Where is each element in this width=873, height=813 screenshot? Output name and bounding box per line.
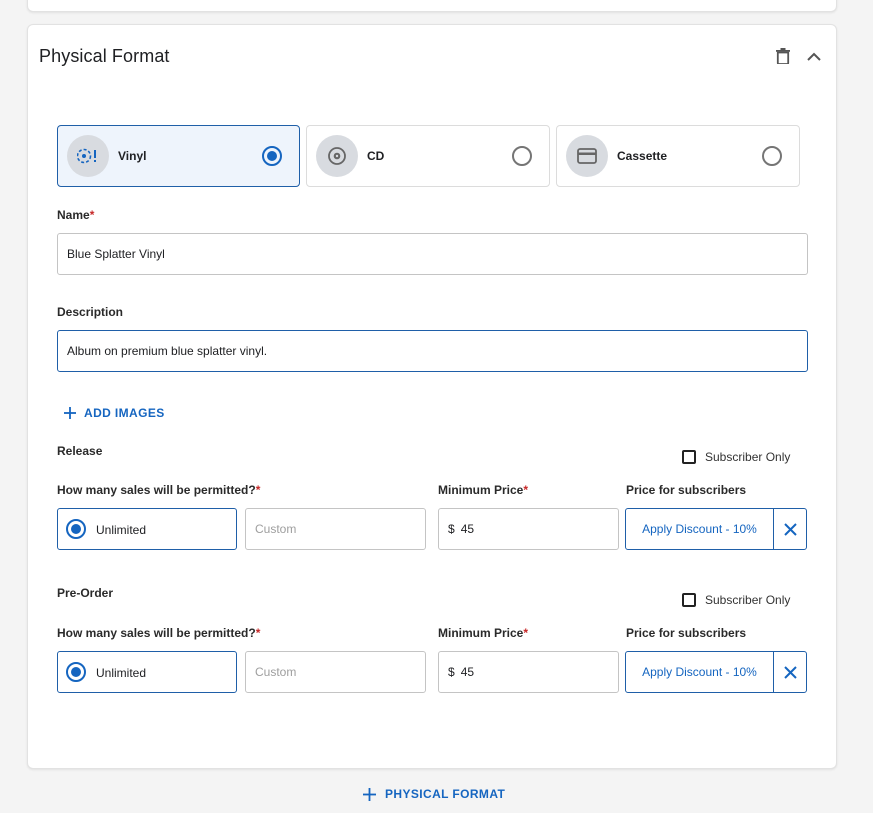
previous-card <box>27 0 837 12</box>
release-min-price-label: Minimum Price* <box>438 483 529 497</box>
preorder-min-price-label: Minimum Price* <box>438 626 529 640</box>
preorder-apply-discount-button[interactable]: Apply Discount - 10% <box>626 652 774 692</box>
description-input[interactable]: Album on premium blue splatter vinyl. <box>57 330 808 372</box>
description-label: Description <box>57 305 124 319</box>
format-label-cassette: Cassette <box>617 149 668 163</box>
chevron-up-icon[interactable] <box>803 45 825 67</box>
delete-icon[interactable] <box>772 45 794 67</box>
checkbox-box[interactable] <box>682 593 696 607</box>
close-icon <box>783 522 797 536</box>
card-title: Physical Format <box>39 46 170 66</box>
preorder-discount-control: Apply Discount - 10% <box>625 651 807 693</box>
format-radio-cd[interactable] <box>512 146 532 166</box>
cassette-icon <box>566 135 608 177</box>
unlimited-radio[interactable] <box>66 519 86 539</box>
release-discount-control: Apply Discount - 10% <box>625 508 807 550</box>
preorder-subscriber-only-checkbox[interactable]: Subscriber Only <box>682 593 790 607</box>
release-heading: Release <box>57 444 103 458</box>
currency-symbol: $ <box>448 522 455 536</box>
format-radio-vinyl[interactable] <box>262 146 282 166</box>
close-icon <box>783 665 797 679</box>
plus-icon <box>363 787 376 801</box>
cd-icon <box>316 135 358 177</box>
preorder-heading: Pre-Order <box>57 586 114 600</box>
vinyl-icon <box>67 135 109 177</box>
plus-icon <box>64 407 76 419</box>
format-option-vinyl[interactable]: Vinyl <box>57 125 300 187</box>
preorder-remove-discount-button[interactable] <box>774 652 806 692</box>
preorder-unlimited-option[interactable]: Unlimited <box>57 651 237 693</box>
currency-symbol: $ <box>448 665 455 679</box>
name-input[interactable]: Blue Splatter Vinyl <box>57 233 808 275</box>
name-label: Name* <box>57 208 95 222</box>
preorder-subscriber-price-label: Price for subscribers <box>626 626 747 640</box>
release-apply-discount-button[interactable]: Apply Discount - 10% <box>626 509 774 549</box>
physical-format-card: Physical Format Vinyl CD Cassette Name* … <box>27 24 837 769</box>
release-sales-label: How many sales will be permitted?* <box>57 483 261 497</box>
release-subscriber-price-label: Price for subscribers <box>626 483 747 497</box>
format-option-cd[interactable]: CD <box>306 125 550 187</box>
preorder-min-price-input[interactable]: $ 45 <box>438 651 619 693</box>
format-option-cassette[interactable]: Cassette <box>556 125 800 187</box>
release-remove-discount-button[interactable] <box>774 509 806 549</box>
release-subscriber-only-checkbox[interactable]: Subscriber Only <box>682 450 790 464</box>
preorder-custom-input[interactable]: Custom <box>245 651 426 693</box>
release-unlimited-option[interactable]: Unlimited <box>57 508 237 550</box>
unlimited-radio[interactable] <box>66 662 86 682</box>
add-images-button[interactable]: ADD IMAGES <box>64 406 165 420</box>
release-min-price-input[interactable]: $ 45 <box>438 508 619 550</box>
format-label-cd: CD <box>367 149 385 163</box>
format-radio-cassette[interactable] <box>762 146 782 166</box>
format-label-vinyl: Vinyl <box>118 149 147 163</box>
release-custom-input[interactable]: Custom <box>245 508 426 550</box>
add-physical-format-button[interactable]: PHYSICAL FORMAT <box>363 787 505 801</box>
preorder-sales-label: How many sales will be permitted?* <box>57 626 261 640</box>
checkbox-box[interactable] <box>682 450 696 464</box>
